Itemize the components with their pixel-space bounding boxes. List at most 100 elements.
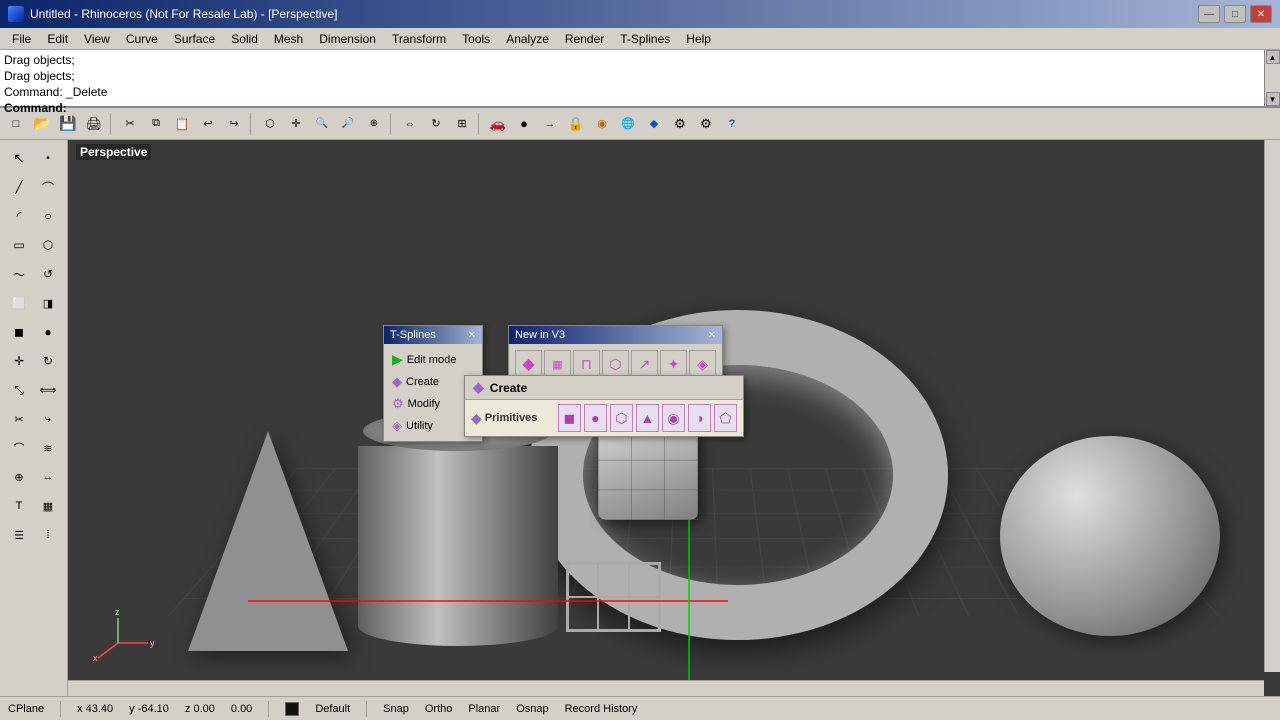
command-area: Drag objects; Drag objects; Command: _De… bbox=[0, 50, 1280, 108]
scale-btn[interactable]: ⤡ bbox=[5, 376, 33, 404]
surface-btn[interactable]: ⬜ bbox=[5, 289, 33, 317]
prim-ellipsoid-btn[interactable]: ◑ bbox=[688, 404, 711, 432]
freeform-btn[interactable]: 〜 bbox=[5, 260, 33, 288]
window-controls[interactable]: — □ ✕ bbox=[1198, 5, 1272, 23]
newv3-header[interactable]: New in V3 ✕ bbox=[509, 326, 722, 344]
mirror-btn[interactable]: ⟺ bbox=[34, 376, 62, 404]
text-btn[interactable]: T bbox=[5, 492, 33, 520]
svg-text:x: x bbox=[93, 653, 98, 663]
arc-btn[interactable]: ◜ bbox=[5, 202, 33, 230]
menu-item-t-splines[interactable]: T-Splines bbox=[612, 30, 678, 48]
solid-box-btn[interactable]: ◼ bbox=[5, 318, 33, 346]
prim-box-btn[interactable]: ◼ bbox=[558, 404, 581, 432]
osnap-btn[interactable]: Osnap bbox=[516, 703, 548, 715]
prim-cap-btn[interactable]: ⬠ bbox=[714, 404, 737, 432]
scroll-up-btn[interactable]: ▲ bbox=[1266, 50, 1280, 64]
v3-icon-3[interactable]: ⊓ bbox=[573, 350, 600, 378]
snap-btn[interactable]: Snap bbox=[383, 703, 409, 715]
v3-icon-5[interactable]: ↗ bbox=[631, 350, 658, 378]
hatch-btn[interactable]: ▦ bbox=[34, 492, 62, 520]
circle-draw-btn[interactable]: ○ bbox=[34, 202, 62, 230]
menu-item-edit[interactable]: Edit bbox=[39, 30, 76, 48]
v3-icon-4[interactable]: ⬡ bbox=[602, 350, 629, 378]
analyze-btn[interactable]: ⊕ bbox=[5, 463, 33, 491]
record-history-btn[interactable]: Record History bbox=[565, 703, 638, 715]
lt-row-5: 〜 ↺ bbox=[2, 260, 65, 288]
sep-3 bbox=[366, 701, 367, 717]
tsplines-close-btn[interactable]: ✕ bbox=[468, 330, 476, 341]
cplane-label: CPlane bbox=[8, 703, 44, 715]
ortho-btn[interactable]: Ortho bbox=[425, 703, 453, 715]
cmd-scrollbar[interactable]: ▲ ▼ bbox=[1264, 50, 1280, 106]
trim-btn[interactable]: ✂ bbox=[5, 405, 33, 433]
select-objects-btn[interactable]: ↖ bbox=[5, 144, 33, 172]
prim-cone-btn[interactable]: ▲ bbox=[636, 404, 659, 432]
offset-btn[interactable]: ≋ bbox=[34, 434, 62, 462]
lt-row-7: ◼ ● bbox=[2, 318, 65, 346]
fillet-btn[interactable]: ⌒ bbox=[5, 434, 33, 462]
scroll-down-btn[interactable]: ▼ bbox=[1266, 92, 1280, 106]
prim-cylinder-btn[interactable]: ⬡ bbox=[610, 404, 633, 432]
menu-item-dimension[interactable]: Dimension bbox=[311, 30, 384, 48]
coord-svg: x y z bbox=[88, 603, 168, 663]
minimize-button[interactable]: — bbox=[1198, 5, 1220, 23]
viewport-scrollbar-horizontal[interactable] bbox=[68, 680, 1264, 696]
modify-icon: ⚙ bbox=[392, 396, 404, 412]
polyline-btn[interactable]: ╱ bbox=[5, 173, 33, 201]
title-area: Untitled - Rhinoceros (Not For Resale La… bbox=[8, 6, 337, 22]
rotate-tool-btn[interactable]: ↻ bbox=[34, 347, 62, 375]
rectangle-btn[interactable]: ▭ bbox=[5, 231, 33, 259]
menu-item-render[interactable]: Render bbox=[557, 30, 612, 48]
viewport-label: Perspective bbox=[76, 144, 151, 160]
dots-btn[interactable]: ⁞ bbox=[34, 521, 62, 549]
viewport[interactable]: Perspective bbox=[68, 140, 1280, 696]
menu-item-file[interactable]: File bbox=[4, 30, 39, 48]
v3-icon-1[interactable]: ◆ bbox=[515, 350, 542, 378]
viewport-scrollbar-vertical[interactable] bbox=[1264, 140, 1280, 672]
v3-icon-7[interactable]: ◈ bbox=[689, 350, 716, 378]
svg-text:z: z bbox=[115, 607, 120, 617]
menu-item-analyze[interactable]: Analyze bbox=[498, 30, 557, 48]
extend-btn[interactable]: ⤷ bbox=[34, 405, 62, 433]
svg-text:y: y bbox=[150, 638, 155, 648]
menu-item-view[interactable]: View bbox=[76, 30, 118, 48]
menu-item-transform[interactable]: Transform bbox=[384, 30, 454, 48]
close-button[interactable]: ✕ bbox=[1250, 5, 1272, 23]
edit-mode-label: Edit mode bbox=[407, 354, 457, 366]
tsplines-panel-header[interactable]: T-Splines ✕ bbox=[384, 326, 482, 344]
polygon-btn[interactable]: ⬡ bbox=[34, 231, 62, 259]
planar-btn[interactable]: Planar bbox=[468, 703, 500, 715]
v3-icon-6[interactable]: ✦ bbox=[660, 350, 687, 378]
left-toolbar: ↖ • ╱ ⌒ ◜ ○ ▭ ⬡ 〜 ↺ ⬜ ◨ ◼ ● ✛ ↻ bbox=[0, 140, 68, 696]
spiral-btn[interactable]: ↺ bbox=[34, 260, 62, 288]
lt-row-13: T ▦ bbox=[2, 492, 65, 520]
cmd-prompt[interactable]: Command: bbox=[4, 100, 1276, 116]
point-btn[interactable]: • bbox=[34, 144, 62, 172]
layer-btn[interactable]: ☰ bbox=[5, 521, 33, 549]
create-icon-header: ◆ bbox=[473, 379, 484, 396]
prim-sphere-btn[interactable]: ● bbox=[584, 404, 607, 432]
maximize-button[interactable]: □ bbox=[1224, 5, 1246, 23]
newv3-title: New in V3 bbox=[515, 329, 565, 341]
lt-row-3: ◜ ○ bbox=[2, 202, 65, 230]
window-title: Untitled - Rhinoceros (Not For Resale La… bbox=[30, 7, 337, 21]
dim-btn[interactable]: ↔ bbox=[34, 463, 62, 491]
edit-mode-btn[interactable]: ▶ Edit mode bbox=[388, 348, 478, 371]
newv3-close-btn[interactable]: ✕ bbox=[708, 330, 716, 341]
menu-item-help[interactable]: Help bbox=[678, 30, 719, 48]
rect-cell bbox=[598, 564, 628, 597]
x-coord: x 43.40 bbox=[77, 703, 113, 715]
v3-icon-2[interactable]: ▦ bbox=[544, 350, 571, 378]
prim-torus-btn[interactable]: ◉ bbox=[662, 404, 685, 432]
menu-item-mesh[interactable]: Mesh bbox=[266, 30, 311, 48]
curve-from-pts-btn[interactable]: ⌒ bbox=[34, 173, 62, 201]
menu-item-solid[interactable]: Solid bbox=[223, 30, 266, 48]
menu-item-tools[interactable]: Tools bbox=[454, 30, 498, 48]
solid-sphere-btn[interactable]: ● bbox=[34, 318, 62, 346]
menu-item-surface[interactable]: Surface bbox=[166, 30, 223, 48]
lt-row-9: ⤡ ⟺ bbox=[2, 376, 65, 404]
surface2-btn[interactable]: ◨ bbox=[34, 289, 62, 317]
cmd-line-3: Command: _Delete bbox=[4, 84, 1276, 100]
menu-item-curve[interactable]: Curve bbox=[118, 30, 166, 48]
move-tool-btn[interactable]: ✛ bbox=[5, 347, 33, 375]
